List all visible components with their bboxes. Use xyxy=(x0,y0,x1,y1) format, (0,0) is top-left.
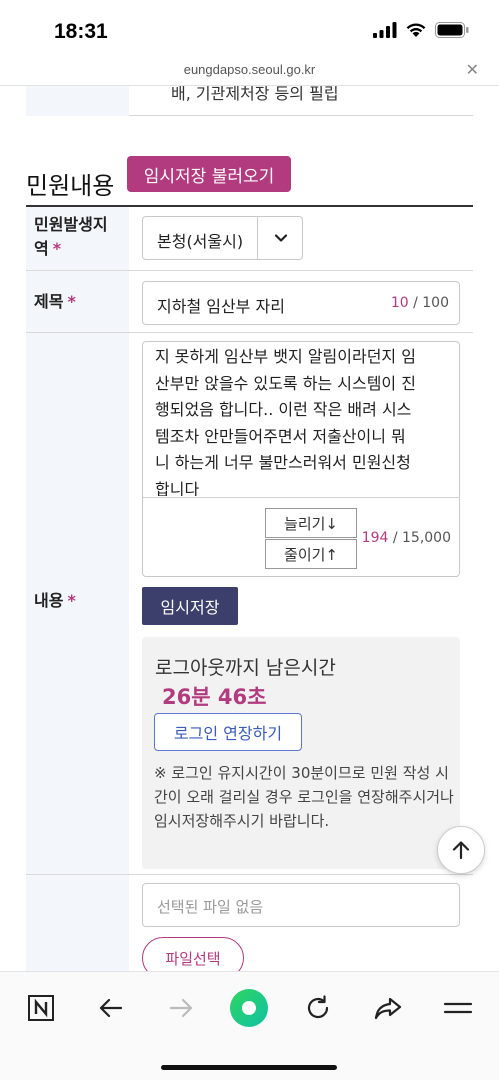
naver-n-icon[interactable] xyxy=(21,988,61,1028)
browser-toolbar xyxy=(0,971,499,1080)
subject-char-count: 10 / 100 xyxy=(391,295,449,311)
menu-icon[interactable] xyxy=(438,988,478,1028)
subject-label: 제목 * xyxy=(34,290,76,314)
region-label-line2: 역 xyxy=(34,239,49,258)
region-label: 민원발생지 역 * xyxy=(34,213,108,261)
attachment-label-cell xyxy=(26,875,129,971)
subject-label-text: 제목 xyxy=(34,292,64,311)
share-icon[interactable] xyxy=(368,988,408,1028)
content-line: 지 못하게 임산부 뱃지 알림이라던지 임 xyxy=(155,347,416,366)
region-label-cell: 민원발생지 역 * xyxy=(26,207,129,270)
file-placeholder: 선택된 파일 없음 xyxy=(157,898,264,916)
temp-save-button[interactable]: 임시저장 xyxy=(142,587,238,625)
green-dot-icon[interactable] xyxy=(227,986,271,1030)
url-text[interactable]: eungdapso.seoul.go.kr xyxy=(0,62,499,77)
status-bar: 18:31 xyxy=(0,0,499,62)
file-select-button[interactable]: 파일선택 xyxy=(142,937,244,971)
content-label-text: 내용 xyxy=(34,591,64,610)
content-line: 합니다 xyxy=(155,479,200,497)
content-line: 행되었음 합니다.. 이런 작은 배려 시스 xyxy=(155,400,412,419)
section-title: 민원내용 xyxy=(26,172,115,200)
wifi-icon xyxy=(406,23,426,37)
complaint-form: 민원발생지 역 * 본청(서울시) 제목 * 지하철 임산부 자리 10 / 1… xyxy=(26,205,473,971)
load-temp-save-button[interactable]: 임시저장 불러오기 xyxy=(127,156,291,192)
back-arrow-icon[interactable] xyxy=(91,988,131,1028)
shrink-textarea-button[interactable]: 줄이기↑ xyxy=(265,539,357,569)
subject-count-max: / 100 xyxy=(413,295,449,311)
content-char-count: 194 / 15,000 xyxy=(362,530,451,546)
close-icon[interactable]: ✕ xyxy=(466,60,479,79)
content-line: 템조차 안만들어주면서 저출산이니 뭐 xyxy=(155,426,406,446)
previous-row-text: 배, 기관제처장 등의 필립 xyxy=(171,86,339,103)
subject-row: 제목 * 지하철 임산부 자리 10 / 100 xyxy=(26,271,473,333)
grow-textarea-button[interactable]: 늘리기↓ xyxy=(265,508,357,538)
required-mark: * xyxy=(67,591,76,610)
content-text[interactable]: 지 못하게 임산부 뱃지 알림이라던지 임 산부만 앉을수 있도록 하는 시스템… xyxy=(155,344,451,496)
home-indicator xyxy=(161,1065,337,1070)
region-select-value: 본청(서울시) xyxy=(157,232,244,251)
previous-row-label-cell xyxy=(26,86,129,116)
arrow-up-icon xyxy=(452,841,470,860)
status-icons xyxy=(373,22,469,38)
content-count-current: 194 xyxy=(361,530,389,546)
region-select[interactable]: 본청(서울시) xyxy=(142,216,303,260)
extend-login-button[interactable]: 로그인 연장하기 xyxy=(154,713,302,751)
session-timer-box: 로그아웃까지 남은시간 26분 46초 로그인 연장하기 ※ 로그인 유지시간이… xyxy=(142,637,460,869)
content-textarea[interactable]: 지 못하게 임산부 뱃지 알림이라던지 임 산부만 앉을수 있도록 하는 시스템… xyxy=(142,341,460,577)
forward-arrow-icon[interactable] xyxy=(161,988,201,1028)
subject-input[interactable]: 지하철 임산부 자리 10 / 100 xyxy=(142,281,460,325)
content-line: 니 하는게 너무 불만스러워서 민원신청 xyxy=(155,453,411,472)
content-row: 내용 * 지 못하게 임산부 뱃지 알림이라던지 임 산부만 앉을수 있도록 하는… xyxy=(26,333,473,875)
required-mark: * xyxy=(67,292,76,311)
url-bar[interactable]: eungdapso.seoul.go.kr ✕ xyxy=(0,60,499,86)
content-label-cell: 내용 * xyxy=(26,333,129,874)
textarea-divider xyxy=(143,497,459,498)
signal-icon xyxy=(373,22,397,38)
select-divider xyxy=(257,217,258,259)
content-label: 내용 * xyxy=(34,589,76,613)
region-row: 민원발생지 역 * 본청(서울시) xyxy=(26,207,473,271)
session-note: ※ 로그인 유지시간이 30분이므로 민원 작성 시간이 오래 걸리실 경우 로… xyxy=(154,764,454,830)
attachment-row: 선택된 파일 없음 파일선택 xyxy=(26,875,473,971)
content-line: 산부만 앉을수 있도록 하는 시스템이 진 xyxy=(155,373,416,393)
file-name-field[interactable]: 선택된 파일 없음 xyxy=(142,883,460,927)
refresh-icon[interactable] xyxy=(298,988,338,1028)
previous-form-row: 배, 기관제처장 등의 필립 xyxy=(26,86,473,116)
subject-label-cell: 제목 * xyxy=(26,271,129,332)
battery-icon xyxy=(435,22,469,38)
subject-count-current: 10 xyxy=(390,295,409,311)
session-remaining-time: 26분 46초 xyxy=(162,685,267,709)
page-content: 배, 기관제처장 등의 필립 민원내용 임시저장 불러오기 민원발생지 역 * 본… xyxy=(0,86,499,971)
scroll-top-button[interactable] xyxy=(437,826,485,874)
content-count-max: / 15,000 xyxy=(392,530,451,546)
session-timer-title: 로그아웃까지 남은시간 xyxy=(155,657,336,679)
status-time: 18:31 xyxy=(54,20,108,43)
chevron-down-icon[interactable] xyxy=(273,230,289,246)
region-label-line1: 민원발생지 xyxy=(34,215,108,234)
subject-value[interactable]: 지하철 임산부 자리 xyxy=(157,293,285,317)
required-mark: * xyxy=(52,239,62,258)
